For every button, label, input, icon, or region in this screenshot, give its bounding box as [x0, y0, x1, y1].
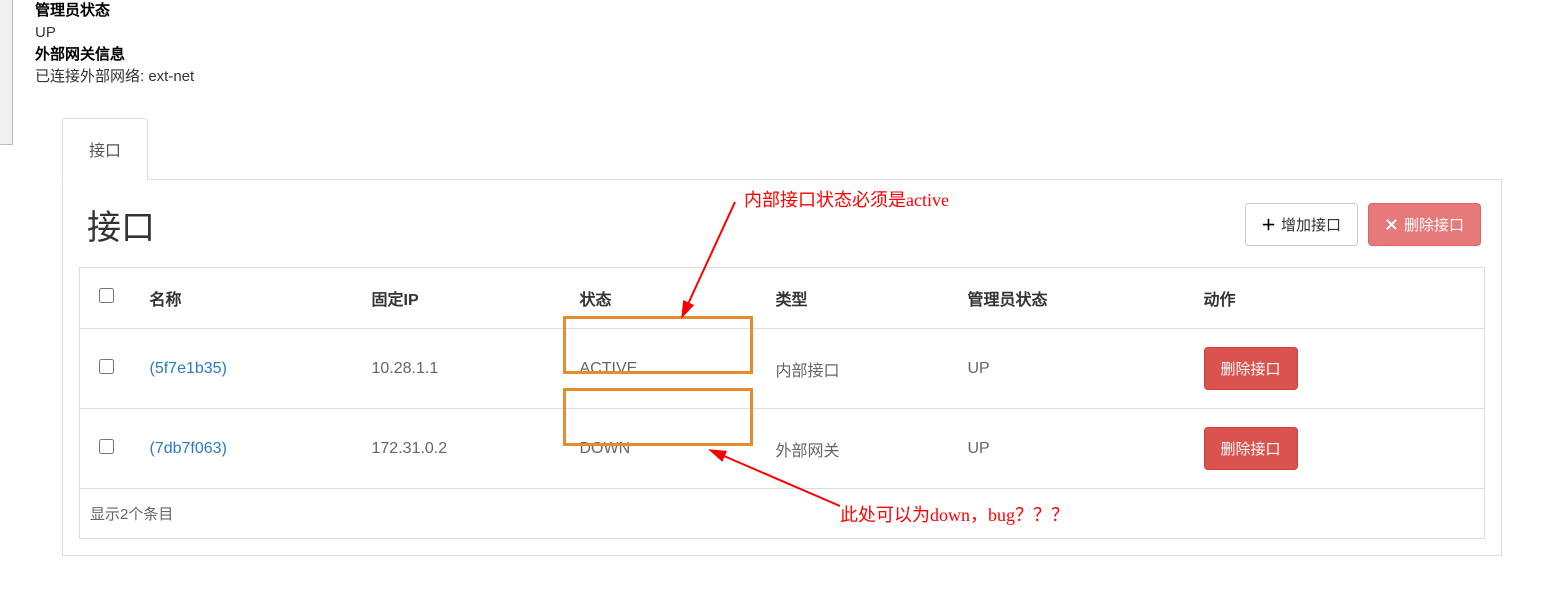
header-fixed-ip: 固定IP: [356, 268, 564, 329]
admin-status-value: UP: [35, 22, 1562, 44]
header-status: 状态: [564, 268, 760, 329]
tab-label: 接口: [89, 143, 121, 160]
interfaces-table: 名称 固定IP 状态 类型 管理员状态 动作 (5f7e1b35) 10.28.…: [79, 267, 1485, 489]
interface-name-link[interactable]: (5f7e1b35): [150, 360, 227, 377]
tab-content: 接口 增加接口 删除接口: [62, 179, 1502, 556]
tab-interfaces[interactable]: 接口: [62, 118, 148, 180]
admin-status-label: 管理员状态: [35, 0, 1562, 22]
cell-type: 内部接口: [760, 329, 952, 409]
select-all-checkbox[interactable]: [99, 288, 114, 303]
add-button-label: 增加接口: [1281, 214, 1341, 235]
table-row: (5f7e1b35) 10.28.1.1 ACTIVE 内部接口 UP 删除接口: [80, 329, 1485, 409]
ext-gateway-label: 外部网关信息: [35, 44, 1562, 66]
add-interface-button[interactable]: 增加接口: [1245, 203, 1358, 246]
cell-type: 外部网关: [760, 409, 952, 489]
router-info-block: 管理员状态 UP 外部网关信息 已连接外部网络: ext-net: [0, 0, 1562, 88]
ext-gateway-value: 已连接外部网络: ext-net: [35, 66, 1562, 88]
cell-ip: 10.28.1.1: [356, 329, 564, 409]
header-name: 名称: [134, 268, 356, 329]
delete-interfaces-button[interactable]: 删除接口: [1368, 203, 1481, 246]
table-header-row: 名称 固定IP 状态 类型 管理员状态 动作: [80, 268, 1485, 329]
table-row: (7db7f063) 172.31.0.2 DOWN 外部网关 UP 删除接口: [80, 409, 1485, 489]
header-checkbox-col: [80, 268, 134, 329]
cell-status: DOWN: [564, 409, 760, 489]
annotation-top: 内部接口状态必须是active: [744, 186, 949, 212]
table-footer-count: 显示2个条目: [79, 489, 1485, 539]
tab-strip: 接口: [62, 118, 1502, 180]
delete-row-button[interactable]: 删除接口: [1204, 347, 1298, 390]
row-checkbox[interactable]: [99, 359, 114, 374]
interfaces-panel: 接口 接口 增加接口 删除接口: [62, 118, 1502, 556]
scroll-track-stub: [0, 0, 13, 145]
header-type: 类型: [760, 268, 952, 329]
page-title: 接口: [83, 200, 155, 249]
close-icon: [1385, 218, 1398, 231]
header-action: 动作: [1188, 268, 1485, 329]
header-admin-state: 管理员状态: [952, 268, 1188, 329]
cell-admin: UP: [952, 409, 1188, 489]
delete-button-label: 删除接口: [1404, 214, 1464, 235]
page-action-buttons: 增加接口 删除接口: [1245, 203, 1481, 246]
plus-icon: [1262, 218, 1275, 231]
cell-status: ACTIVE: [564, 329, 760, 409]
row-checkbox[interactable]: [99, 439, 114, 454]
interface-name-link[interactable]: (7db7f063): [150, 440, 227, 457]
delete-row-label: 删除接口: [1221, 438, 1281, 459]
delete-row-button[interactable]: 删除接口: [1204, 427, 1298, 470]
delete-row-label: 删除接口: [1221, 358, 1281, 379]
cell-ip: 172.31.0.2: [356, 409, 564, 489]
annotation-bottom: 此处可以为down，bug？？？: [840, 501, 1069, 527]
cell-admin: UP: [952, 329, 1188, 409]
